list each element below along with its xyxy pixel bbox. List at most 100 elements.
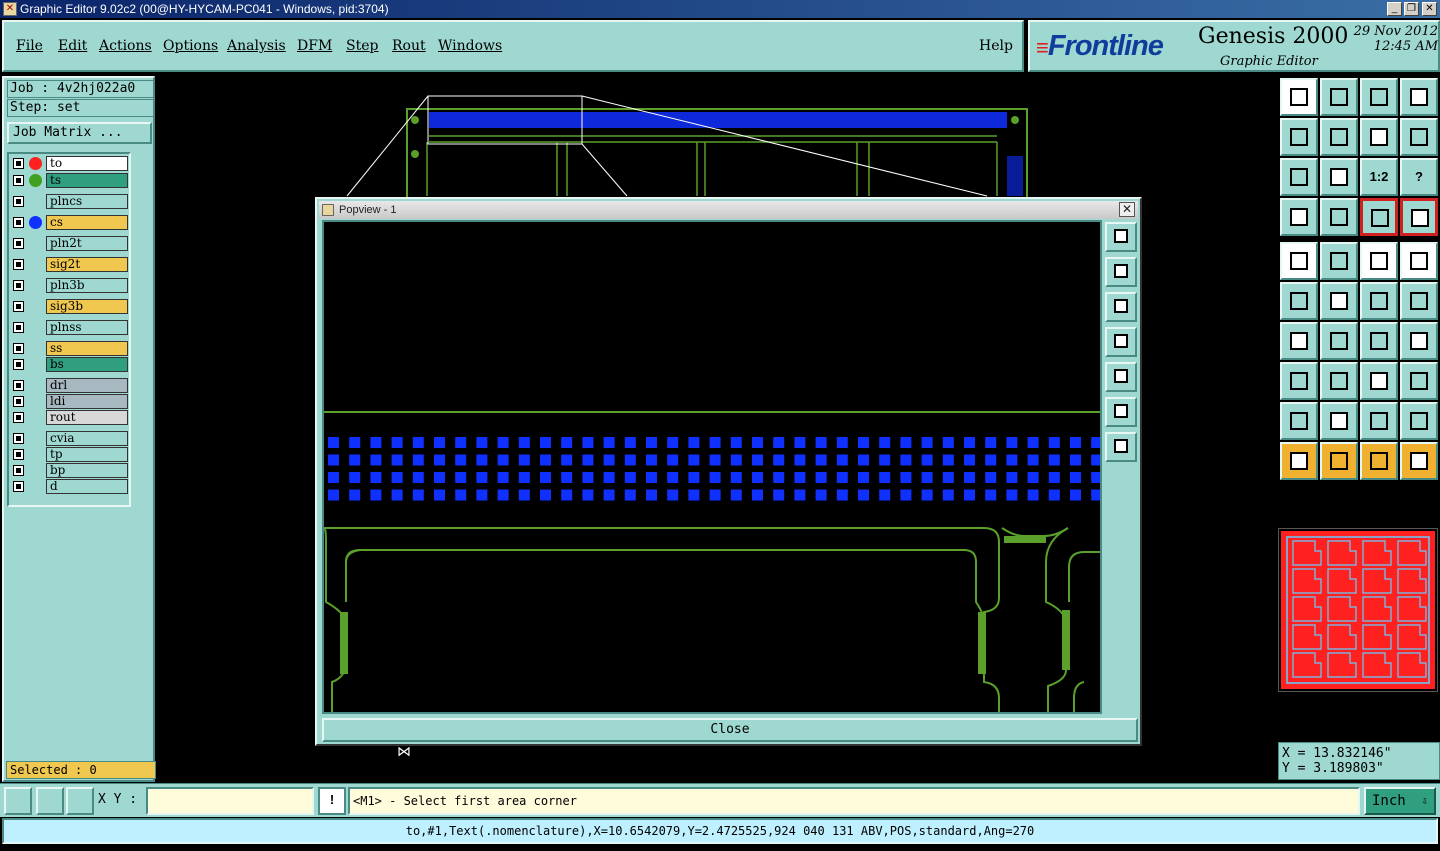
layer-checkbox[interactable] [13, 412, 24, 423]
restore-button[interactable]: ❐ [1404, 2, 1419, 16]
tool-pointer-button[interactable] [1280, 442, 1318, 480]
layer-checkbox[interactable] [13, 343, 24, 354]
layer-row-tp[interactable]: tp [11, 447, 129, 462]
layer-row-ts[interactable]: ts [11, 173, 129, 188]
layer-row-drl[interactable]: drl [11, 378, 129, 393]
layer-checkbox[interactable] [13, 259, 24, 270]
layer-row-pln3b[interactable]: pln3b [11, 278, 129, 293]
popview-canvas[interactable] [322, 220, 1102, 714]
layer-checkbox[interactable] [13, 465, 24, 476]
layer-name[interactable]: d [46, 479, 128, 494]
popview-fit-button[interactable] [1105, 397, 1137, 427]
tool-zoom-in-button[interactable] [1320, 118, 1358, 156]
tool-group-button[interactable] [1400, 362, 1438, 400]
layer-name[interactable]: pln3b [46, 278, 128, 293]
tool-connect-button[interactable] [1280, 282, 1318, 320]
tool-angle-button[interactable] [1280, 322, 1318, 360]
tool-tri1-button[interactable] [1280, 402, 1318, 440]
layer-row-plncs[interactable]: plncs [11, 194, 129, 209]
tool-zoom-out-button[interactable] [1280, 118, 1318, 156]
layer-row-sig3b[interactable]: sig3b [11, 299, 129, 314]
tool-tri4-button[interactable] [1400, 402, 1438, 440]
popview-zoom-in-button[interactable] [1105, 222, 1137, 252]
tool-grid-button[interactable] [1320, 198, 1358, 236]
layer-checkbox[interactable] [13, 481, 24, 492]
tool-open-button[interactable] [1280, 78, 1318, 116]
grid-button[interactable] [66, 787, 94, 815]
popview-pan-right-button[interactable] [1105, 362, 1137, 392]
layer-row-cvia[interactable]: cvia [11, 431, 129, 446]
popview-close-button[interactable]: Close [322, 718, 1138, 742]
tool-mirror-button[interactable] [1400, 322, 1438, 360]
warning-button[interactable]: ! [318, 787, 346, 815]
layer-checkbox[interactable] [13, 396, 24, 407]
tool-pointer-box-button[interactable] [1320, 442, 1358, 480]
tool-line-button[interactable] [1320, 322, 1358, 360]
layer-name[interactable]: sig2t [46, 257, 128, 272]
tool-help-button[interactable]: ? [1400, 158, 1438, 196]
layer-checkbox[interactable] [13, 280, 24, 291]
overview-minimap[interactable] [1278, 528, 1438, 692]
menu-options[interactable]: Options [163, 38, 218, 54]
tool-route-button[interactable] [1400, 282, 1438, 320]
layer-name[interactable]: sig3b [46, 299, 128, 314]
minimize-button[interactable]: _ [1387, 2, 1402, 16]
tool-tri3-button[interactable] [1360, 402, 1398, 440]
tool-move-button[interactable] [1360, 282, 1398, 320]
layer-checkbox[interactable] [13, 380, 24, 391]
layer-checkbox[interactable] [13, 196, 24, 207]
job-matrix-button[interactable]: Job Matrix ... [7, 122, 152, 144]
layer-row-d[interactable]: d [11, 479, 129, 494]
layer-row-sig2t[interactable]: sig2t [11, 257, 129, 272]
tool-tri2-button[interactable] [1320, 402, 1358, 440]
layer-name[interactable]: ldi [46, 394, 128, 409]
tool-window-button[interactable] [1400, 78, 1438, 116]
tool-net2-button[interactable] [1400, 198, 1438, 236]
tool-resize-button[interactable] [1360, 362, 1398, 400]
layer-row-ldi[interactable]: ldi [11, 394, 129, 409]
layer-checkbox[interactable] [13, 359, 24, 370]
layer-row-pln2t[interactable]: pln2t [11, 236, 129, 251]
tool-cut-button[interactable] [1320, 362, 1358, 400]
layer-checkbox[interactable] [13, 175, 24, 186]
layer-row-to[interactable]: to [11, 156, 129, 171]
layer-checkbox[interactable] [13, 449, 24, 460]
tool-copy-button[interactable] [1280, 362, 1318, 400]
menu-analysis[interactable]: Analysis [227, 38, 286, 54]
tool-draw-button[interactable] [1320, 242, 1358, 280]
tool-arc-button[interactable] [1360, 322, 1398, 360]
menu-edit[interactable]: Edit [58, 38, 87, 54]
layer-name[interactable]: bp [46, 463, 128, 478]
layer-checkbox[interactable] [13, 238, 24, 249]
tool-pointer-alt-button[interactable] [1360, 442, 1398, 480]
layer-row-cs[interactable]: cs [11, 215, 129, 230]
tool-select-button[interactable] [1280, 242, 1318, 280]
layer-name[interactable]: tp [46, 447, 128, 462]
menu-dfm[interactable]: DFM [297, 38, 332, 54]
popview-center-button[interactable] [1105, 432, 1137, 462]
tool-home-button[interactable] [1360, 78, 1398, 116]
layer-checkbox[interactable] [13, 158, 24, 169]
layer-name[interactable]: plnss [46, 320, 128, 335]
popview-pan-down-button[interactable] [1105, 292, 1137, 322]
snap-button[interactable] [4, 787, 32, 815]
tool-center-button[interactable] [1320, 158, 1358, 196]
xy-input[interactable] [146, 787, 314, 815]
tool-ruler-button[interactable] [1360, 242, 1398, 280]
menu-step[interactable]: Step [346, 38, 378, 54]
layer-name[interactable]: pln2t [46, 236, 128, 251]
layer-row-ss[interactable]: ss [11, 341, 129, 356]
tool-pad-button[interactable] [1400, 242, 1438, 280]
layer-row-bp[interactable]: bp [11, 463, 129, 478]
window-close-button[interactable]: ✕ [1422, 2, 1437, 16]
menu-actions[interactable]: Actions [99, 38, 152, 54]
popview-pan-up-button[interactable] [1105, 257, 1137, 287]
layer-name[interactable]: drl [46, 378, 128, 393]
tool-save-button[interactable] [1320, 78, 1358, 116]
popview-close-icon[interactable]: ✕ [1119, 202, 1135, 217]
menu-rout[interactable]: Rout [392, 38, 426, 54]
layer-name[interactable]: cvia [46, 431, 128, 446]
layer-name[interactable]: plncs [46, 194, 128, 209]
tool-cross-button[interactable] [1320, 282, 1358, 320]
layer-checkbox[interactable] [13, 322, 24, 333]
